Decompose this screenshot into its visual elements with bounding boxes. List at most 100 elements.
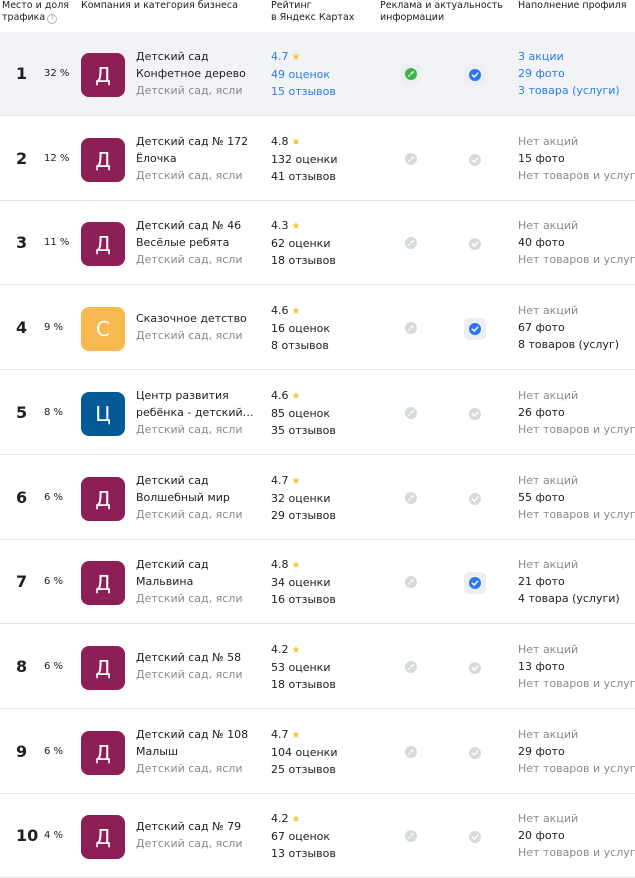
actuality-status[interactable]: [464, 233, 486, 255]
company-info: Детский сад № 79 Детский сад, ясли: [136, 818, 261, 852]
ads-status[interactable]: [401, 657, 421, 677]
ads-status[interactable]: [401, 403, 421, 423]
reviews-count[interactable]: 15 отзывов: [271, 83, 371, 100]
rating-value: 4.8: [271, 558, 289, 571]
avatar[interactable]: Д: [81, 815, 125, 859]
table-row[interactable]: 6 6 % Д Детский сад Волшебный мир Детский…: [0, 456, 635, 540]
company-name-line[interactable]: Детский сад: [136, 472, 261, 489]
ads-status[interactable]: [401, 488, 421, 508]
ads-status[interactable]: [401, 64, 421, 84]
avatar[interactable]: Д: [81, 53, 125, 97]
company-name-line[interactable]: Детский сад: [136, 48, 261, 65]
goods: Нет товаров и услуг: [518, 508, 635, 521]
check-icon: [469, 154, 481, 166]
company-name-line[interactable]: Сказочное детство: [136, 310, 261, 327]
company-info: Детский сад № 46 Весёлые ребята Детский с…: [136, 217, 261, 268]
rank: 6: [16, 488, 28, 507]
table-row[interactable]: 9 6 % Д Детский сад № 108 Малыш Детский с…: [0, 710, 635, 794]
ads-status[interactable]: [401, 149, 421, 169]
avatar[interactable]: С: [81, 307, 125, 351]
rating-block: 4.6 ★ 85 оценок 35 отзывов: [271, 387, 371, 439]
ads-status[interactable]: [401, 318, 421, 338]
ads-status[interactable]: [401, 572, 421, 592]
avatar[interactable]: Д: [81, 561, 125, 605]
company-name-line[interactable]: Детский сад № 108: [136, 726, 261, 743]
avatar[interactable]: Д: [81, 138, 125, 182]
check-icon: [469, 493, 481, 505]
help-icon[interactable]: ?: [47, 14, 58, 24]
ads-status[interactable]: [401, 233, 421, 253]
ads-status[interactable]: [401, 826, 421, 846]
check-icon: [469, 747, 481, 759]
profile-fill: Нет акций 20 фото Нет товаров и услуг: [518, 810, 635, 861]
actuality-status[interactable]: [464, 657, 486, 679]
traffic-share: 6 %: [44, 492, 64, 503]
promos: Нет акций: [518, 304, 579, 317]
table-row[interactable]: 10 4 % Д Детский сад № 79 Детский сад, я…: [0, 794, 635, 878]
check-icon: [469, 323, 481, 335]
company-name-line[interactable]: Малыш: [136, 743, 261, 760]
company-name-line[interactable]: Ёлочка: [136, 150, 261, 167]
company-name-line[interactable]: Детский сад: [136, 556, 261, 573]
avatar[interactable]: Ц: [81, 392, 125, 436]
rating-block[interactable]: 4.7 ★ 49 оценок 15 отзывов: [271, 48, 371, 100]
photos: 40 фото: [518, 236, 565, 249]
photos: 13 фото: [518, 660, 565, 673]
table-row[interactable]: 7 6 % Д Детский сад Мальвина Детский сад,…: [0, 540, 635, 624]
table-row[interactable]: 5 8 % Ц Центр развития ребёнка - детский……: [0, 371, 635, 455]
promos[interactable]: 3 акции: [518, 48, 635, 65]
profile-fill: Нет акций 55 фото Нет товаров и услуг: [518, 472, 635, 523]
ads-status[interactable]: [401, 742, 421, 762]
header-place: Место и доля трафика?: [2, 0, 69, 24]
company-info: Детский сад № 108 Малыш Детский сад, ясли: [136, 726, 261, 777]
table-row[interactable]: 8 6 % Д Детский сад № 58 Детский сад, яс…: [0, 625, 635, 709]
goods[interactable]: 3 товара (услуги): [518, 82, 635, 99]
actuality-status[interactable]: [464, 742, 486, 764]
actuality-status[interactable]: [464, 64, 486, 86]
avatar[interactable]: Д: [81, 222, 125, 266]
actuality-status[interactable]: [464, 149, 486, 171]
avatar[interactable]: Д: [81, 477, 125, 521]
table-row[interactable]: 3 11 % Д Детский сад № 46 Весёлые ребята …: [0, 201, 635, 285]
promos: Нет акций: [518, 812, 579, 825]
rank: 3: [16, 233, 28, 252]
rating-block: 4.7 ★ 32 оценки 29 отзывов: [271, 472, 371, 524]
rating-value: 4.8: [271, 135, 289, 148]
company-name-line[interactable]: Волшебный мир: [136, 489, 261, 506]
rank: 9: [16, 742, 28, 761]
table-row[interactable]: 4 9 % С Сказочное детство Детский сад, я…: [0, 286, 635, 370]
avatar[interactable]: Д: [81, 731, 125, 775]
rank: 7: [16, 572, 28, 591]
actuality-status[interactable]: [464, 318, 486, 340]
rank: 4: [16, 318, 28, 337]
actuality-status[interactable]: [464, 403, 486, 425]
goods: Нет товаров и услуг: [518, 762, 635, 775]
avatar[interactable]: Д: [81, 646, 125, 690]
actuality-status[interactable]: [464, 572, 486, 594]
company-name-line[interactable]: Центр развития: [136, 387, 261, 404]
company-name-line[interactable]: Конфетное дерево: [136, 65, 261, 82]
ratings-count[interactable]: 49 оценок: [271, 66, 371, 83]
company-name-line[interactable]: Детский сад № 172: [136, 133, 261, 150]
company-name-line[interactable]: Мальвина: [136, 573, 261, 590]
company-name-line[interactable]: ребёнка - детский…: [136, 404, 261, 421]
company-name-line[interactable]: Весёлые ребята: [136, 234, 261, 251]
rating-block: 4.8 ★ 34 оценки 16 отзывов: [271, 556, 371, 608]
table-row[interactable]: 1 32 % Д Детский сад Конфетное дерево Дет…: [0, 32, 635, 116]
table-row[interactable]: 2 12 % Д Детский сад № 172 Ёлочка Детский…: [0, 117, 635, 201]
reviews-count: 8 отзывов: [271, 339, 329, 352]
rocket-icon: [405, 492, 417, 504]
profile-fill: Нет акций 67 фото 8 товаров (услуг): [518, 302, 635, 353]
rocket-icon: [405, 68, 417, 80]
actuality-status[interactable]: [464, 488, 486, 510]
traffic-share: 9 %: [44, 322, 64, 333]
company-name-line[interactable]: Детский сад № 58: [136, 649, 261, 666]
photos[interactable]: 29 фото: [518, 65, 635, 82]
star-icon: ★: [291, 391, 301, 402]
company-name-line[interactable]: Детский сад № 79: [136, 818, 261, 835]
actuality-status[interactable]: [464, 826, 486, 848]
company-name-line[interactable]: Детский сад № 46: [136, 217, 261, 234]
star-icon: ★: [291, 476, 301, 487]
rank: 1: [16, 64, 28, 83]
profile-fill: Нет акций 15 фото Нет товаров и услуг: [518, 133, 635, 184]
